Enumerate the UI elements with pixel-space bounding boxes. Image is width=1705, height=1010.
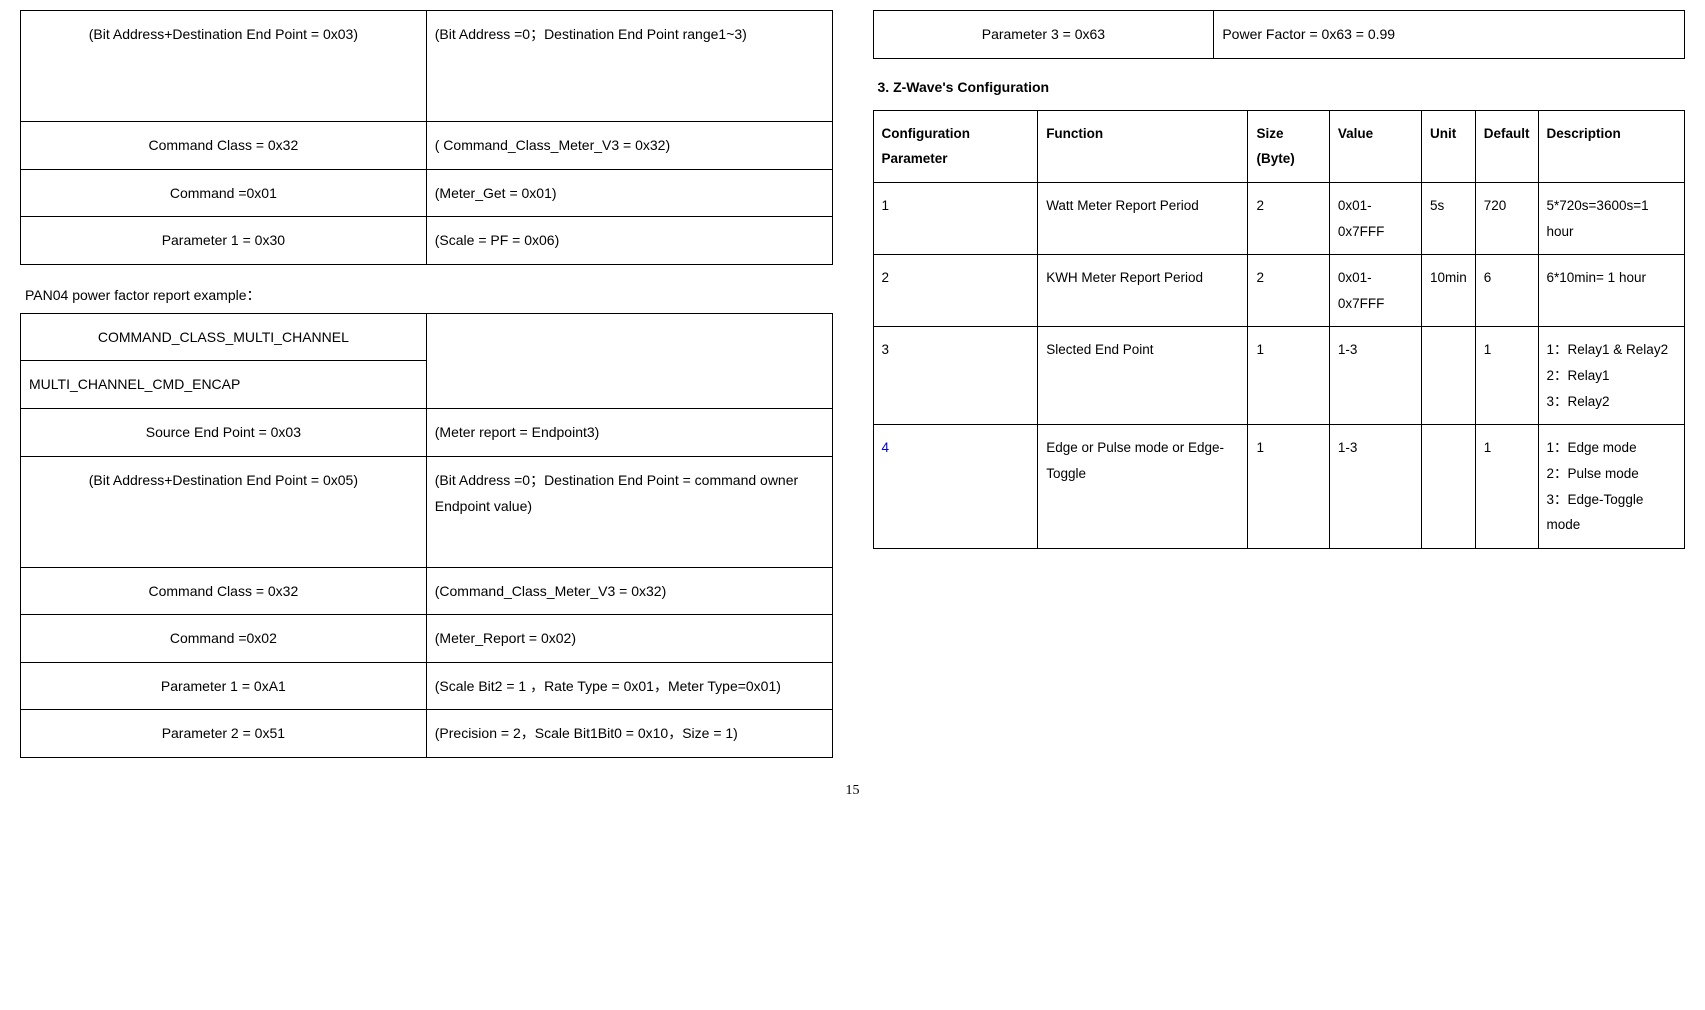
cell: (Bit Address =0；Destination End Point = … — [426, 456, 832, 567]
cell: 2 — [1248, 255, 1329, 327]
table-row: 1 Watt Meter Report Period 2 0x01-0x7FFF… — [873, 182, 1685, 254]
cell: 4 — [873, 425, 1038, 549]
cell — [426, 313, 832, 408]
cell: 5*720s=3600s=1 hour — [1538, 182, 1684, 254]
table-row: 3 Slected End Point 1 1-3 1 1：Relay1 & R… — [873, 327, 1685, 425]
cell: 6 — [1475, 255, 1538, 327]
cell: (Bit Address+Destination End Point = 0x0… — [21, 456, 427, 567]
cell: Slected End Point — [1038, 327, 1248, 425]
cell: 10min — [1421, 255, 1475, 327]
cell: 0x01-0x7FFF — [1329, 255, 1421, 327]
cell: (Meter_Report = 0x02) — [426, 615, 832, 663]
th-config-param: Configuration Parameter — [873, 110, 1038, 182]
th-description: Description — [1538, 110, 1684, 182]
cell: 2 — [873, 255, 1038, 327]
section-title: 3. Z-Wave's Configuration — [878, 79, 1686, 95]
cell: Watt Meter Report Period — [1038, 182, 1248, 254]
cell: Parameter 3 = 0x63 — [873, 11, 1214, 59]
table-row: 4 Edge or Pulse mode or Edge-Toggle 1 1-… — [873, 425, 1685, 549]
cell: (Command_Class_Meter_V3 = 0x32) — [426, 567, 832, 615]
cell: Parameter 1 = 0x30 — [21, 217, 427, 265]
cell: (Bit Address =0；Destination End Point ra… — [426, 11, 832, 122]
page-number: 15 — [20, 783, 1685, 799]
cell: 2 — [1248, 182, 1329, 254]
cell: 720 — [1475, 182, 1538, 254]
cell: Command =0x02 — [21, 615, 427, 663]
configuration-table: Configuration Parameter Function Size (B… — [873, 110, 1686, 549]
th-default: Default — [1475, 110, 1538, 182]
cell: 3 — [873, 327, 1038, 425]
cell: 1 — [1475, 327, 1538, 425]
cell: KWH Meter Report Period — [1038, 255, 1248, 327]
cell: (Meter report = Endpoint3) — [426, 408, 832, 456]
cell: Parameter 2 = 0x51 — [21, 710, 427, 758]
cell: Source End Point = 0x03 — [21, 408, 427, 456]
left-bottom-table: COMMAND_CLASS_MULTI_CHANNEL MULTI_CHANNE… — [20, 313, 833, 758]
cell: 1-3 — [1329, 425, 1421, 549]
cell: 1：Relay1 & Relay2 2：Relay1 3：Relay2 — [1538, 327, 1684, 425]
th-function: Function — [1038, 110, 1248, 182]
cell: 1-3 — [1329, 327, 1421, 425]
cell: 5s — [1421, 182, 1475, 254]
cell: Edge or Pulse mode or Edge-Toggle — [1038, 425, 1248, 549]
cell: COMMAND_CLASS_MULTI_CHANNEL — [21, 313, 427, 361]
cell: Parameter 1 = 0xA1 — [21, 662, 427, 710]
cell: 1：Edge mode 2：Pulse mode 3：Edge-Toggle m… — [1538, 425, 1684, 549]
cell: 6*10min= 1 hour — [1538, 255, 1684, 327]
cell: 1 — [1475, 425, 1538, 549]
example-caption: PAN04 power factor report example： — [25, 285, 833, 305]
cell: (Bit Address+Destination End Point = 0x0… — [21, 11, 427, 122]
cell — [1421, 327, 1475, 425]
cell: 0x01-0x7FFF — [1329, 182, 1421, 254]
cell: MULTI_CHANNEL_CMD_ENCAP — [21, 361, 427, 409]
th-value: Value — [1329, 110, 1421, 182]
cell: 1 — [1248, 425, 1329, 549]
left-top-table: (Bit Address+Destination End Point = 0x0… — [20, 10, 833, 265]
cell: (Meter_Get = 0x01) — [426, 169, 832, 217]
cell: Command Class = 0x32 — [21, 122, 427, 170]
cell: 1 — [873, 182, 1038, 254]
cell: ( Command_Class_Meter_V3 = 0x32) — [426, 122, 832, 170]
cell: Command Class = 0x32 — [21, 567, 427, 615]
th-size: Size (Byte) — [1248, 110, 1329, 182]
cell: (Precision = 2，Scale Bit1Bit0 = 0x10，Siz… — [426, 710, 832, 758]
th-unit: Unit — [1421, 110, 1475, 182]
cell: Power Factor = 0x63 = 0.99 — [1214, 11, 1685, 59]
cell: (Scale Bit2 = 1 ，Rate Type = 0x01，Meter … — [426, 662, 832, 710]
cell — [1421, 425, 1475, 549]
cell: Command =0x01 — [21, 169, 427, 217]
cell: (Scale = PF = 0x06) — [426, 217, 832, 265]
table-row: 2 KWH Meter Report Period 2 0x01-0x7FFF … — [873, 255, 1685, 327]
cell: 1 — [1248, 327, 1329, 425]
right-top-table: Parameter 3 = 0x63 Power Factor = 0x63 =… — [873, 10, 1686, 59]
